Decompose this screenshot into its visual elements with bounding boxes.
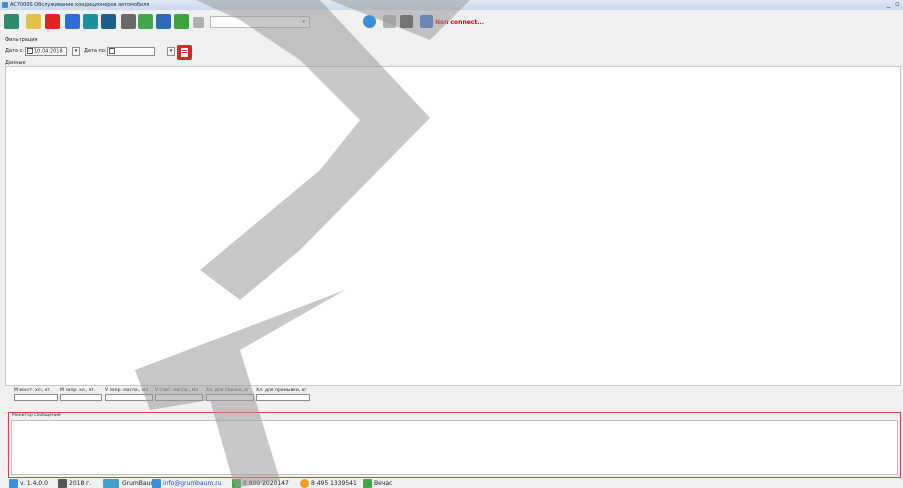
email-icon bbox=[152, 479, 161, 488]
folder-button[interactable] bbox=[26, 14, 41, 29]
filter-row: Дата с: ✓ 10.04.2018 ▾ Дата по: ▾ bbox=[5, 45, 265, 59]
device-button[interactable] bbox=[4, 14, 19, 29]
copyright-icon bbox=[58, 479, 67, 488]
field-label: V запр. масла., мл bbox=[105, 388, 149, 393]
field-value[interactable] bbox=[155, 394, 203, 401]
status-bar: v. 1.4.0.0 2018 г. GrumBaum info@grumbau… bbox=[0, 479, 903, 488]
connection-status: Non connect... bbox=[435, 19, 485, 26]
email-link[interactable]: info@grumbaum.ru bbox=[163, 479, 222, 488]
info-button[interactable] bbox=[193, 17, 204, 28]
field-restored-refrigerant: M восст. хл., кг. bbox=[14, 388, 58, 401]
field-label: Хл. для промывки, кг bbox=[256, 388, 307, 393]
connect-button[interactable] bbox=[363, 15, 376, 28]
app-icon bbox=[2, 2, 8, 8]
field-flushing: Хл. для промывки, кг bbox=[256, 388, 310, 401]
report-button[interactable] bbox=[101, 14, 116, 29]
window-title: AC7000S Обслуживание кондиционеров автом… bbox=[10, 2, 150, 8]
restore-button[interactable]: ▫ bbox=[894, 1, 901, 9]
date-from-label: Дата с: bbox=[5, 48, 24, 54]
phone2-icon bbox=[300, 479, 309, 488]
date-to-checkbox[interactable] bbox=[109, 48, 115, 54]
field-charged-oil: V запр. масла., мл bbox=[105, 388, 153, 401]
year-text: 2018 г. bbox=[69, 480, 92, 487]
database-button[interactable] bbox=[65, 14, 80, 29]
field-value[interactable] bbox=[14, 394, 58, 401]
version-text: v. 1.4.0.0 bbox=[20, 480, 48, 487]
date-to-field[interactable] bbox=[107, 47, 155, 56]
message-monitor-label: Монитор сообщений bbox=[12, 413, 61, 418]
list-button[interactable] bbox=[383, 15, 396, 28]
field-drained-oil: V слит. масла., мл bbox=[155, 388, 203, 401]
save-button[interactable] bbox=[156, 14, 171, 29]
field-label: M запр. хл., кг. bbox=[60, 388, 96, 393]
field-label: Хл. для поиска, кг bbox=[206, 388, 250, 393]
filter-group-label: Фильтрация bbox=[5, 37, 38, 43]
pause-button[interactable] bbox=[400, 15, 413, 28]
chevron-down-icon: ▾ bbox=[302, 19, 305, 25]
version-icon bbox=[9, 479, 18, 488]
phone1-text: 8 800 2020147 bbox=[243, 480, 289, 487]
battery-button[interactable] bbox=[174, 14, 189, 29]
field-value[interactable] bbox=[105, 394, 153, 401]
field-value[interactable] bbox=[256, 394, 310, 401]
message-monitor: Монитор сообщений bbox=[8, 412, 901, 478]
extra-text: Вечас bbox=[374, 480, 393, 487]
summary-fields: M восст. хл., кг. M запр. хл., кг. V зап… bbox=[0, 388, 903, 410]
date-from-checkbox[interactable]: ✓ bbox=[27, 48, 33, 54]
export-pdf-button[interactable] bbox=[177, 45, 192, 60]
document-icon bbox=[181, 48, 188, 57]
camera-button[interactable] bbox=[121, 14, 136, 29]
extra-icon bbox=[363, 479, 372, 488]
stop-button[interactable] bbox=[45, 14, 60, 29]
phone2-text: 8 495 1339541 bbox=[311, 480, 357, 487]
data-table[interactable] bbox=[5, 66, 901, 386]
field-value[interactable] bbox=[60, 394, 102, 401]
phone-icon bbox=[232, 479, 241, 488]
date-to-dropdown[interactable]: ▾ bbox=[167, 47, 175, 56]
field-leak-search: Хл. для поиска, кг bbox=[206, 388, 254, 401]
field-value[interactable] bbox=[206, 394, 254, 401]
field-label: M восст. хл., кг. bbox=[14, 388, 52, 393]
date-to-label: Дата по: bbox=[84, 48, 107, 54]
brand-logo-icon bbox=[103, 479, 119, 488]
export-button[interactable] bbox=[138, 14, 153, 29]
table-button[interactable] bbox=[83, 14, 98, 29]
date-from-dropdown[interactable]: ▾ bbox=[72, 47, 80, 56]
power-button[interactable] bbox=[420, 15, 433, 28]
device-combo[interactable]: ▾ bbox=[210, 16, 310, 28]
date-from-value: 10.04.2018 bbox=[34, 48, 63, 55]
message-log[interactable] bbox=[11, 420, 898, 475]
field-charged-refrigerant: M запр. хл., кг. bbox=[60, 388, 102, 401]
minimize-button[interactable]: _ bbox=[885, 1, 892, 9]
field-label: V слит. масла., мл bbox=[155, 388, 199, 393]
date-from-field[interactable]: ✓ 10.04.2018 bbox=[25, 47, 67, 56]
